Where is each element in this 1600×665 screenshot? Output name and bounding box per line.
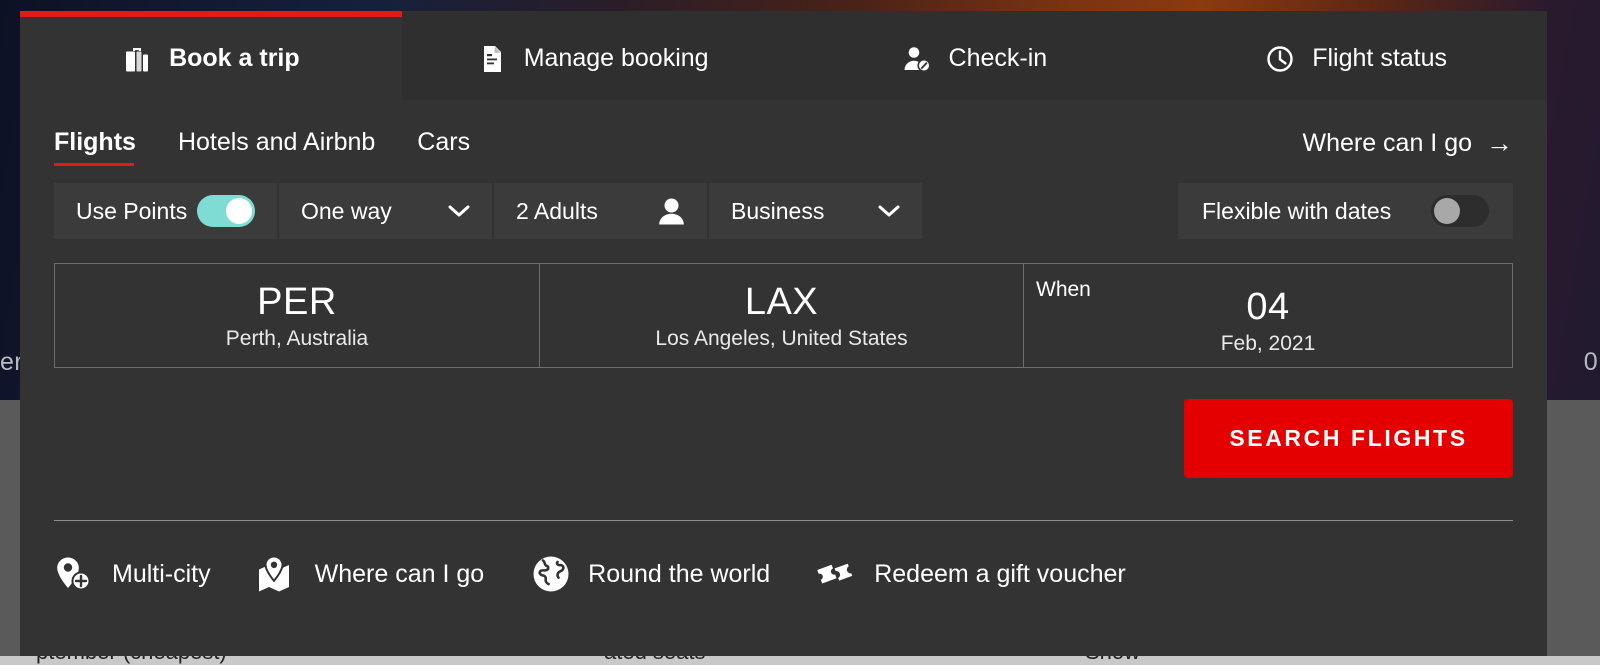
- quick-links-row: Multi-city Where can I go Round the worl…: [54, 546, 1513, 602]
- quick-link-redeem-gift-voucher[interactable]: Redeem a gift voucher: [816, 554, 1126, 594]
- arrow-right-icon: →: [1486, 128, 1513, 158]
- subnav-label: Flights: [54, 128, 136, 156]
- use-points-label: Use Points: [76, 197, 188, 224]
- tab-check-in[interactable]: Check-in: [784, 11, 1166, 100]
- subnav-item-cars[interactable]: Cars: [417, 128, 470, 166]
- tab-label: Check-in: [948, 44, 1048, 72]
- background-bottom-cut-off-text: ptember (cheapest) ated seats Show: [0, 656, 1600, 665]
- tab-book-a-trip[interactable]: Book a trip: [20, 11, 402, 100]
- flexible-dates-toggle[interactable]: [1431, 195, 1489, 227]
- search-options-row: Use Points One way 2 Adults Business Fle…: [54, 183, 1513, 239]
- origin-code: PER: [257, 280, 337, 323]
- route-and-date-row: PER Perth, Australia LAX Los Angeles, Un…: [54, 263, 1513, 368]
- search-flights-button[interactable]: SEARCH FLIGHTS: [1184, 399, 1513, 478]
- origin-field[interactable]: PER Perth, Australia: [55, 264, 539, 367]
- tab-label: Manage booking: [523, 44, 709, 72]
- quick-link-multi-city[interactable]: Multi-city: [54, 554, 211, 594]
- subnav-label: Cars: [417, 128, 471, 156]
- passengers-value: 2 Adults: [516, 197, 598, 224]
- departure-month-year: Feb, 2021: [1220, 331, 1316, 355]
- document-icon: [477, 44, 507, 74]
- when-value-stack: 04 Feb, 2021: [1221, 275, 1316, 357]
- tickets-icon: [816, 554, 858, 594]
- bottom-peek-fragment: ptember (cheapest): [36, 656, 227, 665]
- chevron-down-icon: [878, 205, 900, 218]
- primary-tab-bar: Book a trip Manage booking Check-in Flig…: [20, 11, 1547, 100]
- tab-label: Flight status: [1312, 44, 1448, 72]
- flexible-dates-label: Flexible with dates: [1202, 197, 1392, 224]
- quick-link-round-the-world[interactable]: Round the world: [530, 554, 770, 594]
- quick-link-label: Multi-city: [112, 559, 211, 588]
- quick-link-label: Round the world: [588, 559, 771, 588]
- use-points-toggle[interactable]: [197, 195, 255, 227]
- tab-label: Book a trip: [169, 44, 300, 72]
- section-divider: [54, 520, 1513, 521]
- cabin-class-value: Business: [731, 197, 825, 224]
- where-can-i-go-link[interactable]: Where can I go →: [1302, 128, 1513, 158]
- destination-field[interactable]: LAX Los Angeles, United States: [539, 264, 1023, 367]
- tab-flight-status[interactable]: Flight status: [1165, 11, 1547, 100]
- quick-link-label: Redeem a gift voucher: [874, 559, 1126, 588]
- flexible-dates-field[interactable]: Flexible with dates: [1178, 183, 1513, 239]
- departure-day: 04: [1246, 285, 1290, 328]
- toggle-knob: [1434, 198, 1460, 224]
- where-can-i-go-label: Where can I go: [1302, 129, 1472, 157]
- trip-type-value: One way: [301, 197, 392, 224]
- widget-body: Flights Hotels and Airbnb Cars Where can…: [20, 100, 1547, 602]
- destination-code: LAX: [744, 280, 819, 323]
- search-button-row: SEARCH FLIGHTS: [54, 399, 1513, 478]
- cabin-class-select[interactable]: Business: [709, 183, 922, 239]
- passengers-field[interactable]: 2 Adults: [494, 183, 707, 239]
- subnav-label: Hotels and Airbnb: [177, 128, 376, 156]
- use-points-field[interactable]: Use Points: [54, 183, 277, 239]
- destination-place: Los Angeles, United States: [655, 326, 908, 350]
- person-check-icon: [902, 44, 932, 74]
- toggle-knob: [226, 198, 252, 224]
- tab-manage-booking[interactable]: Manage booking: [402, 11, 784, 100]
- suitcase-icon: [122, 44, 152, 74]
- chevron-down-icon: [448, 205, 470, 218]
- origin-place: Perth, Australia: [225, 326, 369, 350]
- bottom-peek-fragment: ated seats: [604, 656, 706, 665]
- departure-date-field[interactable]: When 04 Feb, 2021: [1023, 264, 1512, 367]
- globe-icon: [530, 554, 572, 594]
- quick-link-label: Where can I go: [314, 559, 485, 588]
- background-text-right: 0: [1583, 348, 1598, 376]
- clock-icon: [1265, 44, 1295, 74]
- booking-widget: Book a trip Manage booking Check-in Flig…: [20, 11, 1547, 665]
- active-tab-accent-bar: [20, 11, 402, 17]
- secondary-nav: Flights Hotels and Airbnb Cars Where can…: [54, 100, 1513, 170]
- person-icon: [658, 197, 685, 226]
- subnav-item-hotels-and-airbnb[interactable]: Hotels and Airbnb: [178, 128, 375, 166]
- subnav-item-flights[interactable]: Flights: [54, 128, 136, 166]
- when-label: When: [1036, 278, 1091, 301]
- map-pin-icon: [257, 554, 299, 594]
- trip-type-select[interactable]: One way: [279, 183, 492, 239]
- pin-plus-icon: [54, 554, 96, 594]
- bottom-peek-fragment: Show: [1085, 656, 1140, 665]
- quick-link-where-can-i-go[interactable]: Where can I go: [257, 554, 485, 594]
